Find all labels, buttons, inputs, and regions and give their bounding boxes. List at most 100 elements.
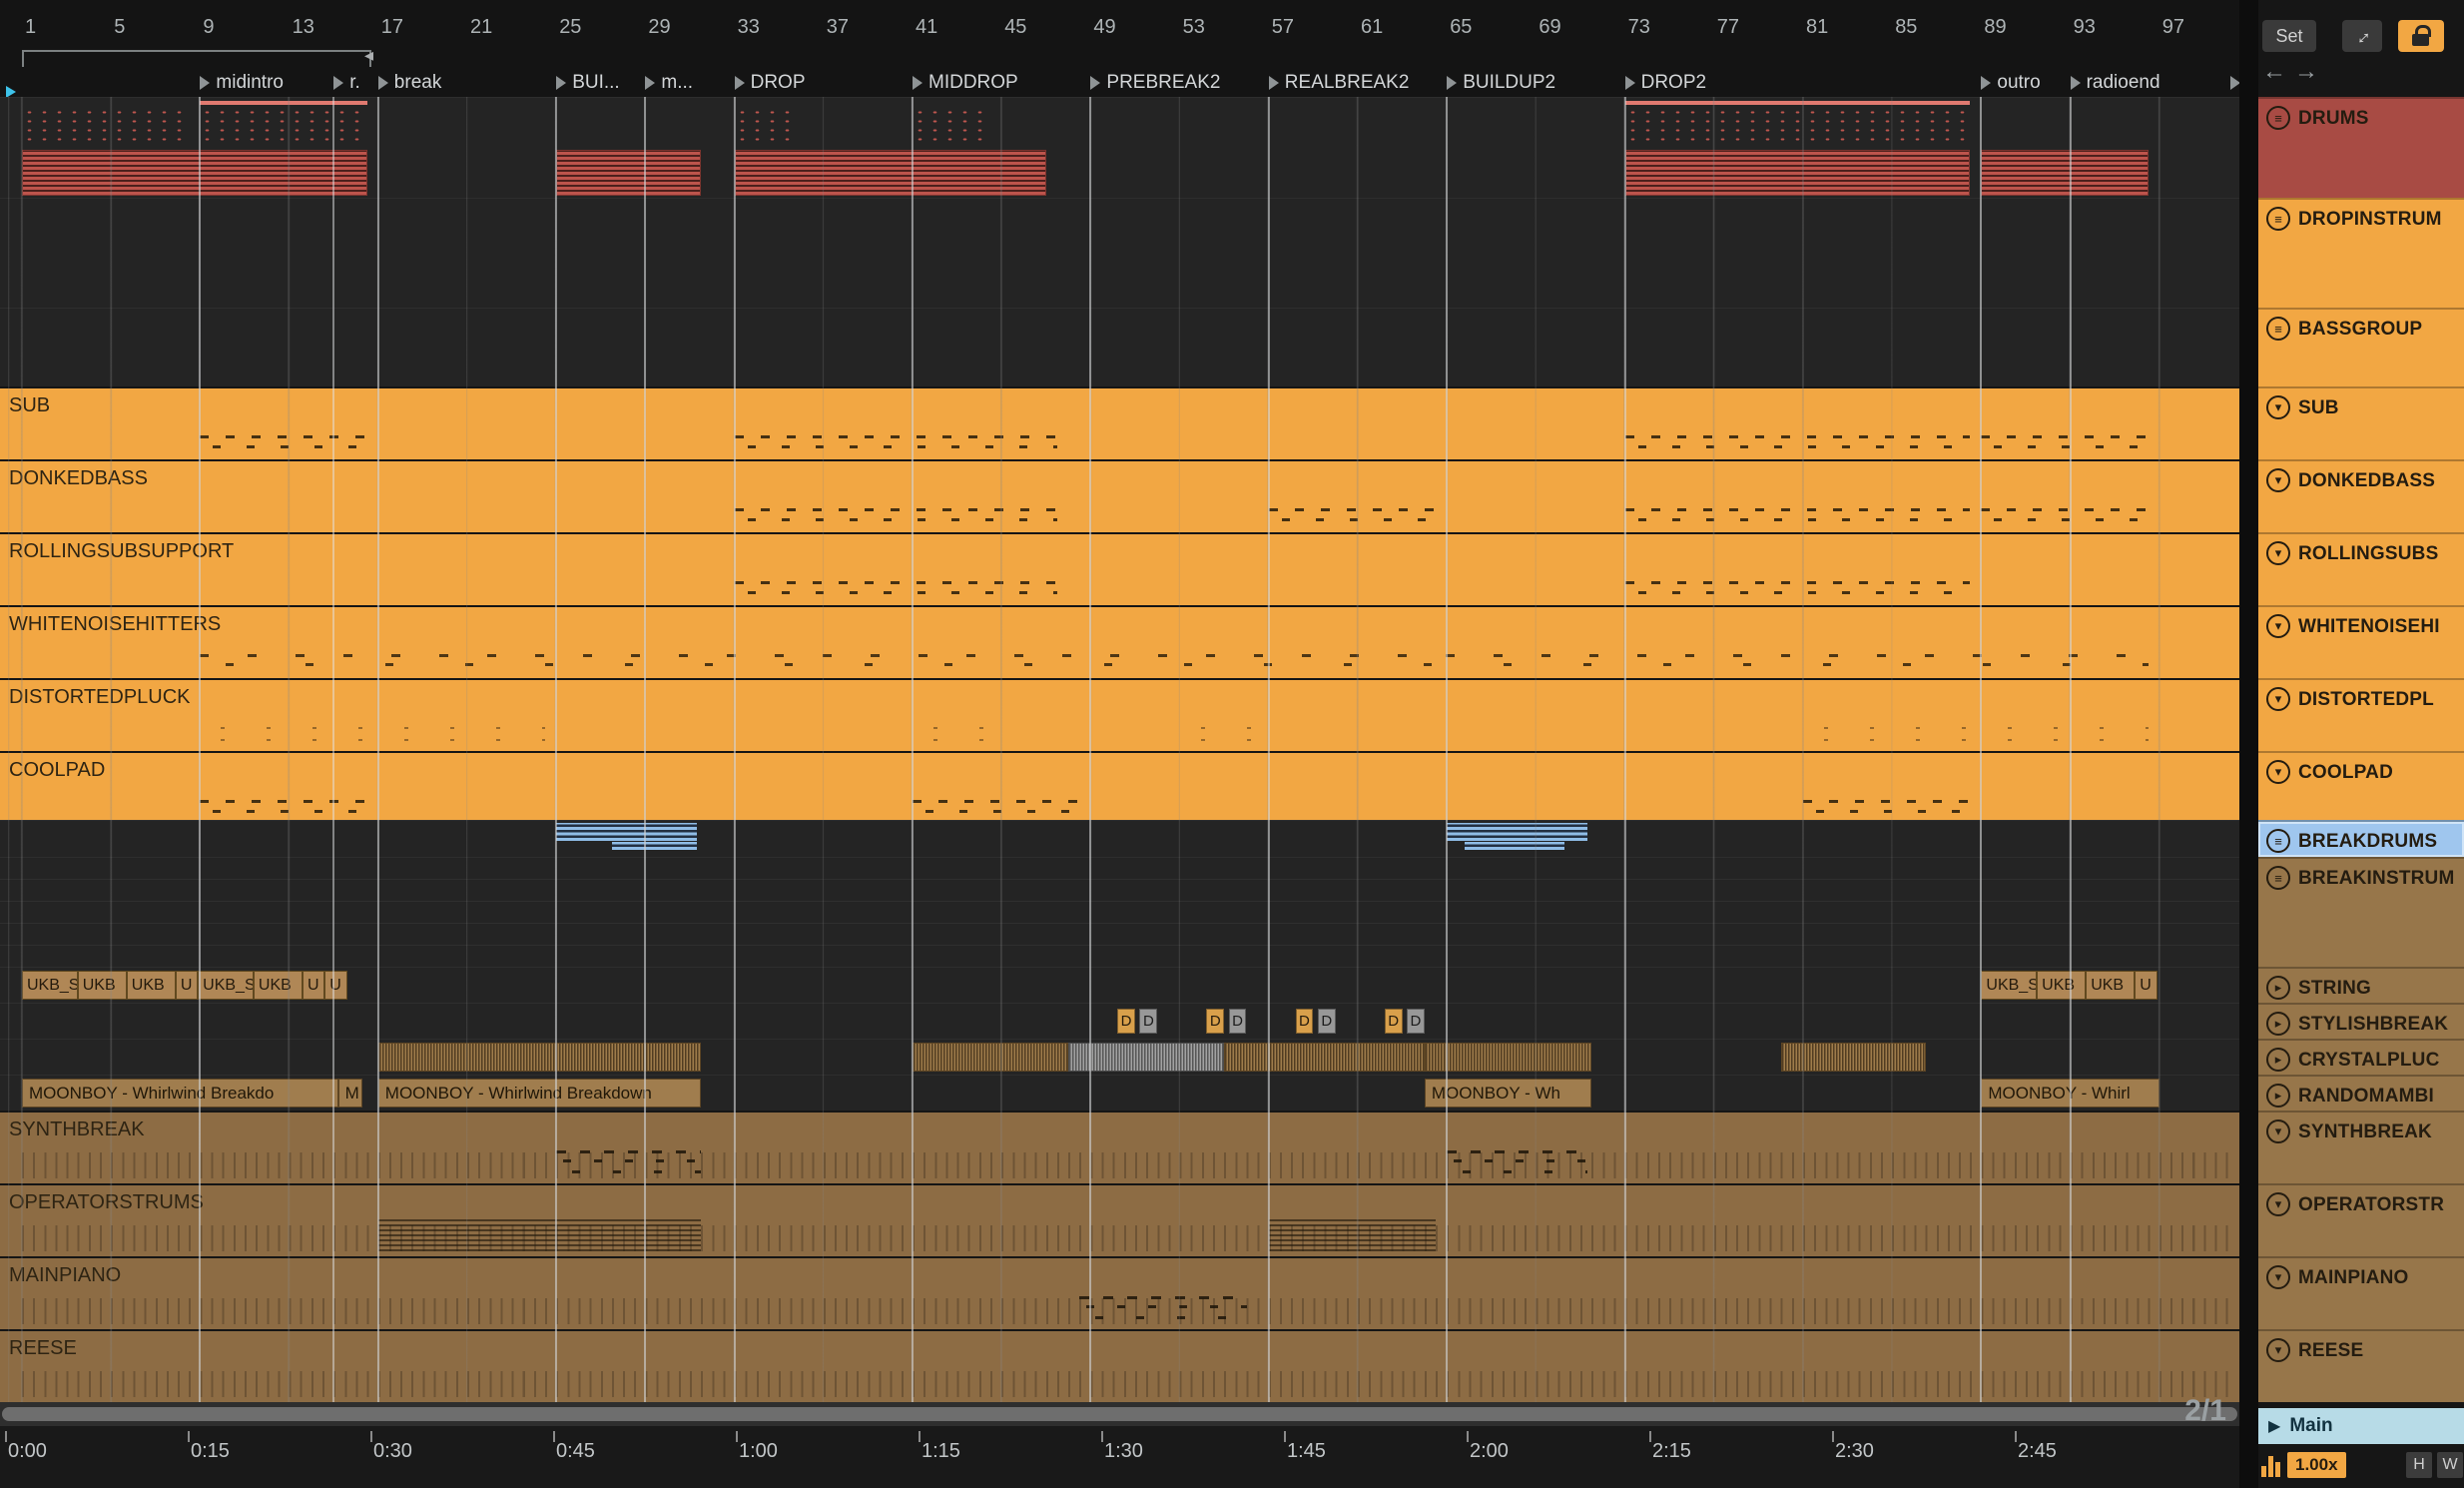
clip-marks[interactable] bbox=[734, 501, 1057, 529]
horizontal-scrollbar[interactable] bbox=[0, 1402, 2239, 1426]
clip-ukb[interactable]: U bbox=[302, 971, 325, 1000]
clip-mlabel[interactable]: MOONBOY - Whirlwind Breakdo bbox=[22, 1079, 338, 1108]
track-lane-synthbreak[interactable]: SYNTHBREAK bbox=[0, 1111, 2239, 1183]
clip-red-dense[interactable] bbox=[22, 150, 367, 196]
clip-red-dense[interactable] bbox=[734, 150, 1046, 196]
sidebar-track-drums[interactable]: ≡ DRUMS bbox=[2258, 97, 2464, 198]
set-button[interactable]: Set bbox=[2262, 20, 2316, 52]
sidebar-track-breakdrums[interactable]: ≡ BREAKDRUMS bbox=[2258, 820, 2464, 857]
clip-hstr[interactable] bbox=[377, 1219, 702, 1251]
clip-dots[interactable] bbox=[1179, 722, 1258, 746]
track-fold-icon[interactable]: ▾ bbox=[2266, 614, 2290, 638]
history-back-button[interactable]: ← bbox=[2260, 58, 2288, 86]
track-lane-operatorstrums[interactable]: OPERATORSTRUMS bbox=[0, 1183, 2239, 1256]
clip-red-sparse[interactable] bbox=[913, 108, 991, 146]
main-track-row[interactable]: ▶ Main bbox=[2258, 1408, 2464, 1444]
group-fold-icon[interactable]: ≡ bbox=[2266, 317, 2290, 341]
clip-marks[interactable] bbox=[1268, 501, 1437, 529]
expand-icon[interactable]: ↔ bbox=[2342, 20, 2382, 52]
history-forward-button[interactable]: → bbox=[2292, 58, 2320, 86]
clip-marks-sparse[interactable] bbox=[200, 647, 2149, 675]
width-zoom-button[interactable]: W bbox=[2437, 1452, 2463, 1478]
clip-marks[interactable] bbox=[200, 428, 367, 456]
clip-red-dense[interactable] bbox=[1624, 150, 1971, 196]
clip-marks[interactable] bbox=[1981, 501, 2149, 529]
clip-d-gray[interactable]: D bbox=[1317, 1009, 1336, 1034]
clip-marks[interactable] bbox=[734, 574, 1057, 602]
clip-wave-gray[interactable] bbox=[1068, 1043, 1225, 1072]
sidebar-track-reese[interactable]: ▾ REESE bbox=[2258, 1329, 2464, 1402]
track-fold-icon[interactable]: ▾ bbox=[2266, 1192, 2290, 1216]
track-lane-drums[interactable] bbox=[0, 97, 2239, 198]
sidebar-track-whitenoisehitters[interactable]: ▾ WHITENOISEHI bbox=[2258, 605, 2464, 678]
clip-ukb[interactable]: UKB bbox=[77, 971, 127, 1000]
sidebar-track-breakinstrum[interactable]: ≡ BREAKINSTRUM bbox=[2258, 857, 2464, 967]
track-lane-coolpad[interactable]: COOLPAD bbox=[0, 751, 2239, 820]
sidebar-track-distortedpluck[interactable]: ▾ DISTORTEDPL bbox=[2258, 678, 2464, 751]
time-ruler[interactable]: 0:00 0:15 0:30 0:45 1:00 1:15 1:30 1:45 2:00 2:15… bbox=[0, 1426, 2239, 1488]
clip-marks[interactable] bbox=[1624, 428, 1971, 456]
clip-red-dense[interactable] bbox=[556, 150, 702, 196]
track-lane-dropinstrum[interactable] bbox=[0, 198, 2239, 308]
clip-marks[interactable] bbox=[1624, 574, 1971, 602]
height-zoom-button[interactable]: H bbox=[2406, 1452, 2432, 1478]
clip-notes[interactable] bbox=[1447, 1146, 1587, 1180]
clip-red-dense[interactable] bbox=[1981, 150, 2149, 196]
clip-d-gray[interactable]: D bbox=[1407, 1009, 1425, 1034]
clip-marks[interactable] bbox=[1981, 428, 2149, 456]
clip-blue-tail[interactable] bbox=[1465, 842, 1565, 850]
sidebar-track-stylishbreak[interactable]: ▸ STYLISHBREAK bbox=[2258, 1003, 2464, 1039]
track-lane-string[interactable]: UKB_S UKB UKB U UKB_S UKB U U UKB_S UKB UKB U bbox=[0, 967, 2239, 1003]
mixer-meter-icon[interactable] bbox=[2261, 1453, 2280, 1477]
track-lane-sub[interactable]: SUB bbox=[0, 386, 2239, 459]
clip-dots[interactable] bbox=[200, 722, 546, 746]
track-fold-icon[interactable]: ▾ bbox=[2266, 1119, 2290, 1143]
track-lane-distortedpluck[interactable]: DISTORTEDPLUCK bbox=[0, 678, 2239, 751]
track-lane-whitenoisehitters[interactable]: WHITENOISEHITTERS bbox=[0, 605, 2239, 678]
clip-red-sparse[interactable] bbox=[22, 108, 190, 146]
clip-d-gray[interactable]: D bbox=[1228, 1009, 1247, 1034]
track-fold-icon[interactable]: ▾ bbox=[2266, 541, 2290, 565]
clip-wave[interactable] bbox=[1780, 1043, 1926, 1072]
clip-ukb[interactable]: UKB_S bbox=[198, 971, 254, 1000]
clip-mlabel[interactable]: M bbox=[337, 1079, 363, 1108]
sidebar-track-crystalpluc[interactable]: ▸ CRYSTALPLUC bbox=[2258, 1039, 2464, 1075]
track-lane-randomambi[interactable]: MOONBOY - Whirlwind Breakdo M MOONBOY - Wh… bbox=[0, 1075, 2239, 1111]
sidebar-track-donkedbass[interactable]: ▾ DONKEDBASS bbox=[2258, 459, 2464, 532]
sidebar-track-dropinstrum[interactable]: ≡ DROPINSTRUM bbox=[2258, 198, 2464, 308]
clip-mlabel[interactable]: MOONBOY - Whirl bbox=[1981, 1079, 2159, 1108]
track-lane-mainpiano[interactable]: MAINPIANO bbox=[0, 1256, 2239, 1329]
clip-wave[interactable] bbox=[1224, 1043, 1425, 1072]
clip-notes[interactable] bbox=[1079, 1292, 1247, 1326]
clip-blue[interactable] bbox=[556, 823, 697, 841]
clip-ukb[interactable]: UKB_S bbox=[22, 971, 78, 1000]
group-fold-icon[interactable]: ≡ bbox=[2266, 866, 2290, 890]
sidebar-track-string[interactable]: ▸ STRING bbox=[2258, 967, 2464, 1003]
track-lane-bassgroup[interactable] bbox=[0, 308, 2239, 386]
clip-marks[interactable] bbox=[913, 793, 1080, 820]
track-lane-donkedbass[interactable]: DONKEDBASS bbox=[0, 459, 2239, 532]
clip-ukb[interactable]: UKB_S bbox=[1981, 971, 2038, 1000]
clip-ukb[interactable]: UKB bbox=[126, 971, 176, 1000]
track-lane-rollingsubs[interactable]: ROLLINGSUBSUPPORT bbox=[0, 532, 2239, 605]
sidebar-track-rollingsubs[interactable]: ▾ ROLLINGSUBS bbox=[2258, 532, 2464, 605]
clip-wave[interactable] bbox=[377, 1043, 702, 1072]
clip-red-sparse[interactable] bbox=[1624, 108, 1971, 146]
track-fold-icon[interactable]: ▾ bbox=[2266, 1338, 2290, 1362]
clip-dots[interactable] bbox=[913, 722, 1002, 746]
sidebar-track-mainpiano[interactable]: ▾ MAINPIANO bbox=[2258, 1256, 2464, 1329]
clip-blue[interactable] bbox=[1447, 823, 1587, 841]
sidebar-track-synthbreak[interactable]: ▾ SYNTHBREAK bbox=[2258, 1111, 2464, 1183]
group-fold-icon[interactable]: ≡ bbox=[2266, 829, 2290, 853]
clip-ukb[interactable]: U bbox=[2135, 971, 2157, 1000]
clip-dots[interactable] bbox=[1803, 722, 2149, 746]
track-lane-stylishbreak[interactable]: DDDDDDDD bbox=[0, 1003, 2239, 1039]
clip-d-tan[interactable]: D bbox=[1117, 1009, 1135, 1034]
group-fold-icon[interactable]: ≡ bbox=[2266, 207, 2290, 231]
play-icon[interactable]: ▸ bbox=[2266, 1048, 2290, 1072]
clip-d-tan[interactable]: D bbox=[1206, 1009, 1225, 1034]
clip-marks[interactable] bbox=[1803, 793, 1971, 820]
play-icon[interactable]: ▸ bbox=[2266, 976, 2290, 1000]
track-lane-breakdrums[interactable] bbox=[0, 820, 2239, 857]
sidebar-track-operatorstrums[interactable]: ▾ OPERATORSTR bbox=[2258, 1183, 2464, 1256]
